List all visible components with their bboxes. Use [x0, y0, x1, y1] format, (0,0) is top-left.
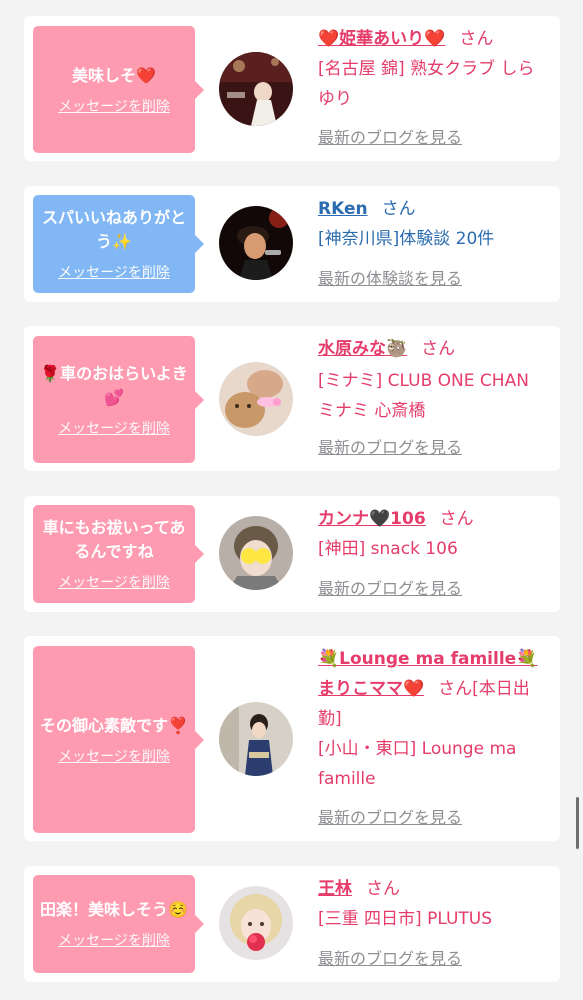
avatar-photo-kimono[interactable] — [219, 702, 293, 776]
message-card: 田楽！美味しそう☺️ メッセージを削除 王林 さん [三重 四日市] PLUTUS… — [24, 866, 560, 982]
shop-info: [神田] snack 106 — [318, 539, 458, 559]
message-card: 美味しそ❤️ メッセージを削除 ❤️姫華あいり❤️ さん [名古屋 錦] 熟女クラ… — [24, 16, 560, 161]
message-list: 美味しそ❤️ メッセージを削除 ❤️姫華あいり❤️ さん [名古屋 錦] 熟女クラ… — [0, 0, 583, 1000]
user-name-link[interactable]: ❤️姫華あいり❤️ — [318, 29, 445, 49]
honorific: さん — [438, 679, 473, 699]
vertical-scrollbar[interactable] — [576, 797, 579, 849]
honorific: さん — [459, 29, 494, 49]
delete-message-link[interactable]: メッセージを削除 — [58, 98, 170, 116]
latest-blog-link[interactable]: 最新のブログを見る — [318, 948, 462, 970]
message-text: その御心素敵です❣️ — [40, 715, 188, 735]
message-bubble: 🌹車のおはらいよき💕 メッセージを削除 — [33, 336, 204, 463]
shop-info: [神奈川県]体験談 20件 — [318, 229, 495, 249]
message-bubble: その御心素敵です❣️ メッセージを削除 — [33, 646, 204, 833]
message-card: スパいいねありがとう✨ メッセージを削除 RKen さん [神奈川県]体験談 20… — [24, 186, 560, 302]
avatar-photo-singer[interactable] — [219, 206, 293, 280]
message-text: スパいいねありがとう✨ — [41, 208, 186, 251]
shop-info: [名古屋 錦] 熟女クラブ しらゆり — [318, 59, 535, 109]
message-bubble: 美味しそ❤️ メッセージを削除 — [33, 26, 204, 153]
message-card: その御心素敵です❣️ メッセージを削除 💐Lounge ma famille💐ま… — [24, 636, 560, 841]
delete-message-link[interactable]: メッセージを削除 — [58, 420, 170, 438]
message-bubble: 車にもお祓いってあるんですね メッセージを削除 — [33, 505, 204, 603]
latest-blog-link[interactable]: 最新のブログを見る — [318, 437, 462, 459]
user-name-link[interactable]: RKen — [318, 199, 368, 219]
message-text: 🌹車のおはらいよき💕 — [40, 363, 188, 407]
latest-blog-link[interactable]: 最新のブログを見る — [318, 127, 462, 149]
message-bubble: スパいいねありがとう✨ メッセージを削除 — [33, 195, 204, 293]
delete-message-link[interactable]: メッセージを削除 — [58, 264, 170, 282]
message-text: 美味しそ❤️ — [72, 65, 156, 85]
delete-message-link[interactable]: メッセージを削除 — [58, 932, 170, 950]
latest-blog-link[interactable]: 最新のブログを見る — [318, 578, 462, 600]
delete-message-link[interactable]: メッセージを削除 — [58, 574, 170, 592]
message-text: 田楽！美味しそう☺️ — [40, 900, 188, 919]
shop-info: [三重 四日市] PLUTUS — [318, 909, 493, 929]
message-card: 🌹車のおはらいよき💕 メッセージを削除 水原みな🦥 さん [ミナミ] CLUB O… — [24, 326, 560, 471]
message-card: 車にもお祓いってあるんですね メッセージを削除 カンナ🖤106 さん [神田] s… — [24, 496, 560, 612]
honorific: さん — [439, 509, 474, 529]
delete-message-link[interactable]: メッセージを削除 — [58, 748, 170, 766]
avatar-photo-sparkle-face[interactable] — [219, 516, 293, 590]
user-name-link[interactable]: 水原みな🦥 — [318, 339, 407, 359]
message-bubble: 田楽！美味しそう☺️ メッセージを削除 — [33, 875, 204, 973]
shop-info: [小山・東口] Lounge ma famille — [318, 739, 517, 789]
honorific: さん — [421, 339, 456, 359]
user-name-link[interactable]: 王林 — [318, 879, 352, 899]
latest-experience-link[interactable]: 最新の体験談を見る — [318, 268, 462, 290]
message-text: 車にもお祓いってあるんですね — [42, 518, 186, 561]
avatar-photo-dark-room[interactable] — [219, 52, 293, 126]
latest-blog-link[interactable]: 最新のブログを見る — [318, 807, 462, 829]
avatar-photo-bear[interactable] — [219, 362, 293, 436]
shop-info: [ミナミ] CLUB ONE CHAN ミナミ 心斎橋 — [318, 371, 529, 421]
honorific: さん — [366, 879, 400, 899]
user-name-link[interactable]: カンナ🖤106 — [318, 509, 426, 529]
honorific: さん — [381, 199, 416, 219]
avatar-photo-blonde[interactable] — [219, 886, 293, 960]
